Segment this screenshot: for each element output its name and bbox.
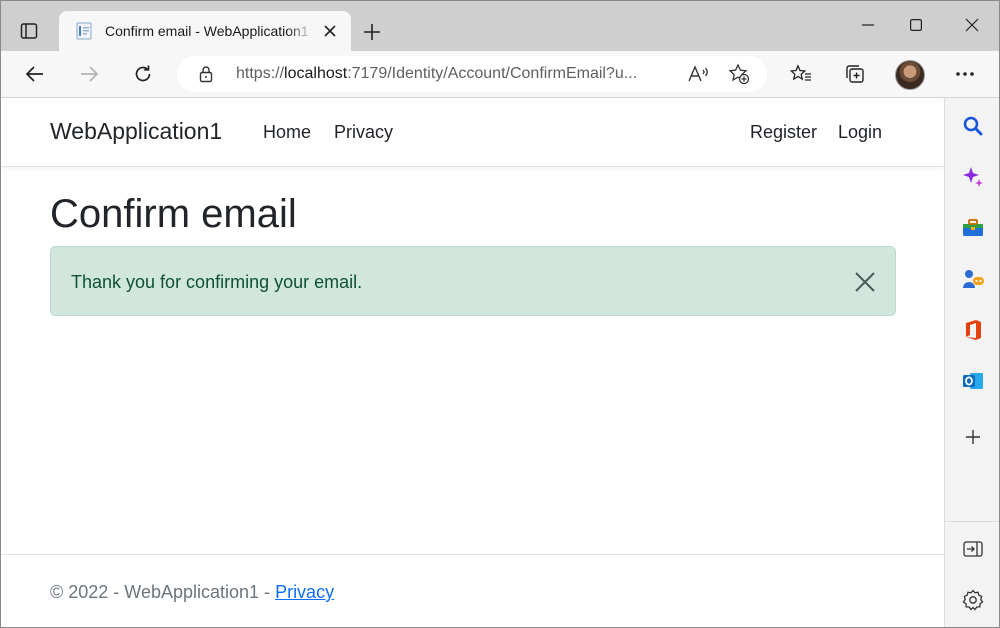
sidebar-settings-button[interactable] <box>958 585 988 615</box>
read-aloud-icon <box>688 65 708 82</box>
url-host: localhost <box>284 65 348 82</box>
url-prefix: https:// <box>236 65 285 82</box>
sidebar-add-button[interactable] <box>958 422 988 452</box>
hide-sidebar-icon <box>963 541 983 557</box>
refresh-button[interactable] <box>127 58 159 90</box>
read-aloud-button[interactable] <box>685 60 713 88</box>
page-title: Confirm email <box>50 192 297 236</box>
nav-link-privacy[interactable]: Privacy <box>334 122 393 143</box>
office-icon <box>966 320 981 340</box>
close-icon <box>855 272 875 292</box>
site-footer: © 2022 - WebApplication1 - Privacy <box>50 582 334 603</box>
page-favicon-icon <box>73 20 95 42</box>
success-alert: Thank you for confirming your email. <box>50 246 896 316</box>
sidebar-outlook-button[interactable] <box>958 366 988 396</box>
more-dots-icon <box>956 72 974 76</box>
url-text[interactable]: https://localhost:7179/Identity/Account/… <box>236 56 648 92</box>
maximize-icon <box>910 19 922 31</box>
tab-title: Confirm email - WebApplication1 <box>105 23 309 39</box>
refresh-icon <box>135 65 151 82</box>
site-brand-link[interactable]: WebApplication1 <box>50 118 222 145</box>
nav-link-home[interactable]: Home <box>263 122 311 143</box>
browser-window: Confirm email - WebApplication1 https://… <box>0 0 1000 628</box>
profile-avatar[interactable] <box>895 60 925 90</box>
sidebar-copilot-button[interactable] <box>958 162 988 192</box>
star-add-icon <box>728 63 750 85</box>
collections-icon <box>846 65 864 83</box>
footer-divider <box>1 554 944 555</box>
address-bar[interactable]: https://localhost:7179/Identity/Account/… <box>177 56 767 92</box>
forward-button[interactable] <box>73 58 105 90</box>
tab-strip: Confirm email - WebApplication1 <box>1 1 999 51</box>
alert-close-button[interactable] <box>851 268 879 296</box>
tab-active[interactable]: Confirm email - WebApplication1 <box>59 11 351 51</box>
sidebar-games-button[interactable] <box>958 264 988 294</box>
close-icon <box>965 18 979 32</box>
new-tab-button[interactable] <box>357 17 387 47</box>
browser-toolbar: https://localhost:7179/Identity/Account/… <box>1 51 999 98</box>
favorites-icon <box>790 64 811 81</box>
sidebar-divider <box>945 521 999 522</box>
tab-close-button[interactable] <box>319 20 341 42</box>
footer-text: © 2022 - WebApplication1 - <box>50 582 276 602</box>
web-page: WebApplication1 Home Privacy Register Lo… <box>1 98 944 627</box>
site-navbar: WebApplication1 Home Privacy Register Lo… <box>1 98 944 167</box>
plus-icon <box>364 24 380 40</box>
url-path: :7179/Identity/Account/ConfirmEmail?u... <box>347 65 638 82</box>
forward-arrow-icon <box>81 66 99 82</box>
alert-message: Thank you for confirming your email. <box>71 272 363 292</box>
nav-link-register[interactable]: Register <box>750 122 817 143</box>
copilot-icon <box>963 167 983 187</box>
maximize-button[interactable] <box>893 9 939 41</box>
favorites-button[interactable] <box>785 58 817 90</box>
add-icon <box>966 430 980 444</box>
add-favorite-button[interactable] <box>725 60 753 88</box>
search-icon <box>963 116 983 136</box>
footer-privacy-link[interactable]: Privacy <box>275 582 334 602</box>
minimize-button[interactable] <box>845 9 891 41</box>
sidebar-office-button[interactable] <box>958 315 988 345</box>
sidebar-tools-button[interactable] <box>958 213 988 243</box>
tools-icon <box>963 219 983 236</box>
window-close-button[interactable] <box>949 9 995 41</box>
tab-actions-button[interactable] <box>11 13 47 49</box>
close-icon <box>324 25 336 37</box>
collections-button[interactable] <box>839 58 871 90</box>
sidebar-search-button[interactable] <box>958 111 988 141</box>
outlook-icon <box>963 373 983 389</box>
minimize-icon <box>862 24 874 26</box>
games-icon <box>963 270 984 288</box>
more-menu-button[interactable] <box>949 58 981 90</box>
settings-icon <box>962 589 984 611</box>
sidebar-hide-button[interactable] <box>958 534 988 564</box>
tab-actions-icon <box>20 23 38 39</box>
back-arrow-icon <box>25 66 43 82</box>
lock-icon[interactable] <box>197 65 215 83</box>
back-button[interactable] <box>19 58 51 90</box>
edge-sidebar <box>944 98 999 627</box>
nav-link-login[interactable]: Login <box>838 122 882 143</box>
